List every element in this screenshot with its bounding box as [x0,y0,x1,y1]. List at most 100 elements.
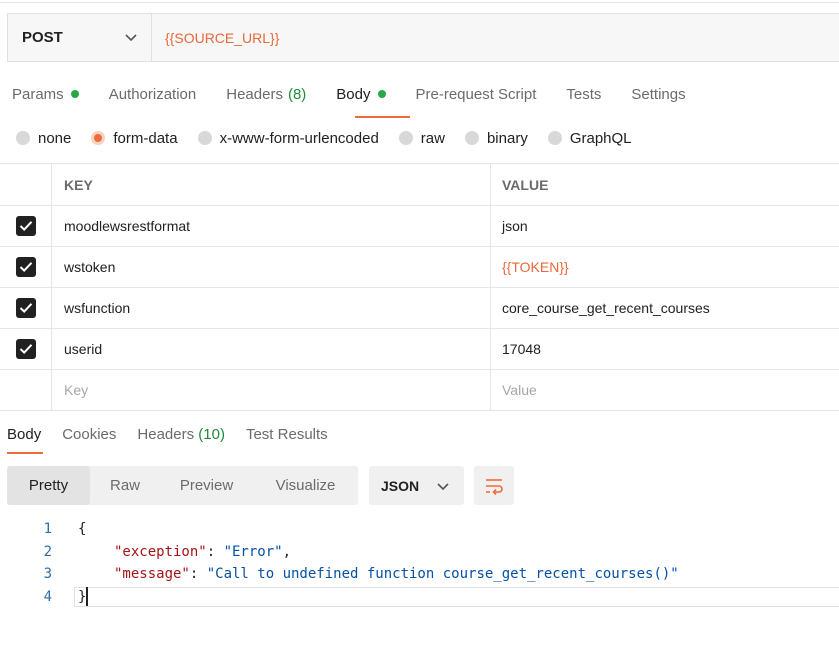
headers-count: (8) [287,85,307,103]
radio-icon [398,131,413,145]
column-header-key: KEY [52,164,491,205]
view-pretty[interactable]: Pretty [7,466,90,505]
tab-settings[interactable]: Settings [631,82,685,106]
response-tabs: Body Cookies Headers (10) Test Results [7,426,349,443]
radio-icon [547,131,562,145]
tab-label: Tests [566,85,602,103]
checkmark-icon [19,221,32,232]
header-check-cell [0,164,52,205]
radio-selected-icon [91,131,106,145]
view-visualize[interactable]: Visualize [253,466,358,505]
tab-body[interactable]: Body [336,82,386,106]
active-tab-indicator [355,116,410,118]
checkmark-icon [19,303,32,314]
tab-label: Pre-request Script [415,85,537,103]
checkmark-icon [19,344,32,355]
radio-label: x-www-form-urlencoded [219,129,379,147]
radio-label: none [38,129,72,147]
wrap-lines-icon [486,478,503,495]
url-input[interactable]: {{SOURCE_URL}} [152,14,839,61]
param-key[interactable]: wsfunction [52,288,491,328]
chevron-down-icon [437,478,449,494]
text-cursor [86,587,88,606]
code-text: "message": "Call to undefined function c… [114,566,679,582]
tab-tests[interactable]: Tests [566,82,601,106]
radio-label: binary [486,129,528,147]
table-row: wstoken {{TOKEN}} [0,247,839,288]
check-cell [0,206,52,246]
line-number: 4 [43,589,52,605]
param-key[interactable]: userid [52,329,491,369]
view-mode-switcher: Pretty Raw Preview Visualize [7,466,358,505]
tab-authorization[interactable]: Authorization [109,82,197,106]
radio-label: raw [420,129,445,147]
radio-raw[interactable]: raw [398,129,445,147]
param-key[interactable]: wstoken [52,247,491,287]
method-select[interactable]: POST [8,14,152,61]
radio-none[interactable]: none [16,130,71,147]
tab-params[interactable]: Params [12,82,79,106]
tab-label: Authorization [108,85,197,103]
tab-headers[interactable]: Headers (8) [226,82,306,106]
body-type-options: none form-data x-www-form-urlencoded raw… [16,126,652,150]
headers-count: (10) [198,426,225,443]
row-checkbox[interactable] [15,339,36,359]
radio-icon [464,131,479,145]
view-raw[interactable]: Raw [90,466,160,505]
tab-label: Body [336,85,371,103]
check-cell [0,288,52,328]
view-preview[interactable]: Preview [160,466,253,505]
wrap-lines-button[interactable] [474,466,514,505]
body-status-dot [377,90,386,98]
json-key: "exception" [114,544,207,560]
check-cell [0,247,52,287]
request-tabs: Params Authorization Headers (8) Body Pre… [12,82,716,106]
row-checkbox[interactable] [15,257,36,277]
response-tab-test-results[interactable]: Test Results [246,426,328,443]
row-checkbox[interactable] [15,298,36,318]
response-tab-body[interactable]: Body [7,426,41,443]
param-key[interactable]: moodlewsrestformat [52,206,491,246]
response-tab-cookies[interactable]: Cookies [62,426,116,443]
tab-label: Test Results [245,426,328,443]
param-value[interactable]: 17048 [491,329,839,369]
tab-pre-request-script[interactable]: Pre-request Script [416,82,537,106]
radio-icon [16,131,30,145]
code-line: 3 "message": "Call to undefined function… [0,563,679,585]
param-value[interactable]: core_course_get_recent_courses [491,288,839,328]
radio-icon [197,131,212,145]
tab-label: Headers [226,85,283,103]
line-number: 3 [43,566,52,582]
request-bar: POST {{SOURCE_URL}} [7,13,839,62]
radio-graphql[interactable]: GraphQL [547,130,632,147]
param-value[interactable]: {{TOKEN}} [491,247,839,287]
tab-label: Body [7,426,42,443]
code-text: "exception": "Error", [114,544,292,560]
column-header-value: VALUE [502,176,549,193]
table-row: moodlewsrestformat json [0,206,839,247]
json-string: "Call to undefined function course_get_r… [206,566,679,582]
new-value-input[interactable]: Value [491,370,839,410]
table-row: wsfunction core_course_get_recent_course… [0,288,839,329]
tab-label: Cookies [62,426,117,443]
json-punct: , [282,544,292,560]
params-status-dot [70,90,79,98]
radio-binary[interactable]: binary [464,129,528,147]
top-border [0,2,839,3]
radio-form-data[interactable]: form-data [91,130,178,147]
code-text: { [78,521,87,537]
active-line-highlight [74,587,839,607]
table-header: KEY VALUE [0,164,839,206]
radio-x-www-form-urlencoded[interactable]: x-www-form-urlencoded [197,129,379,147]
table-row: userid 17048 [0,329,839,370]
json-string: "Error" [223,544,283,560]
param-value[interactable]: json [491,206,839,246]
response-tab-headers[interactable]: Headers (10) [137,426,225,443]
json-key: "message" [114,566,190,582]
line-number: 2 [43,544,52,560]
row-checkbox[interactable] [15,216,36,236]
check-cell [0,370,52,410]
new-key-input[interactable]: Key [52,370,491,410]
code-line: 4 } [0,586,87,608]
format-select[interactable]: JSON [369,466,464,505]
